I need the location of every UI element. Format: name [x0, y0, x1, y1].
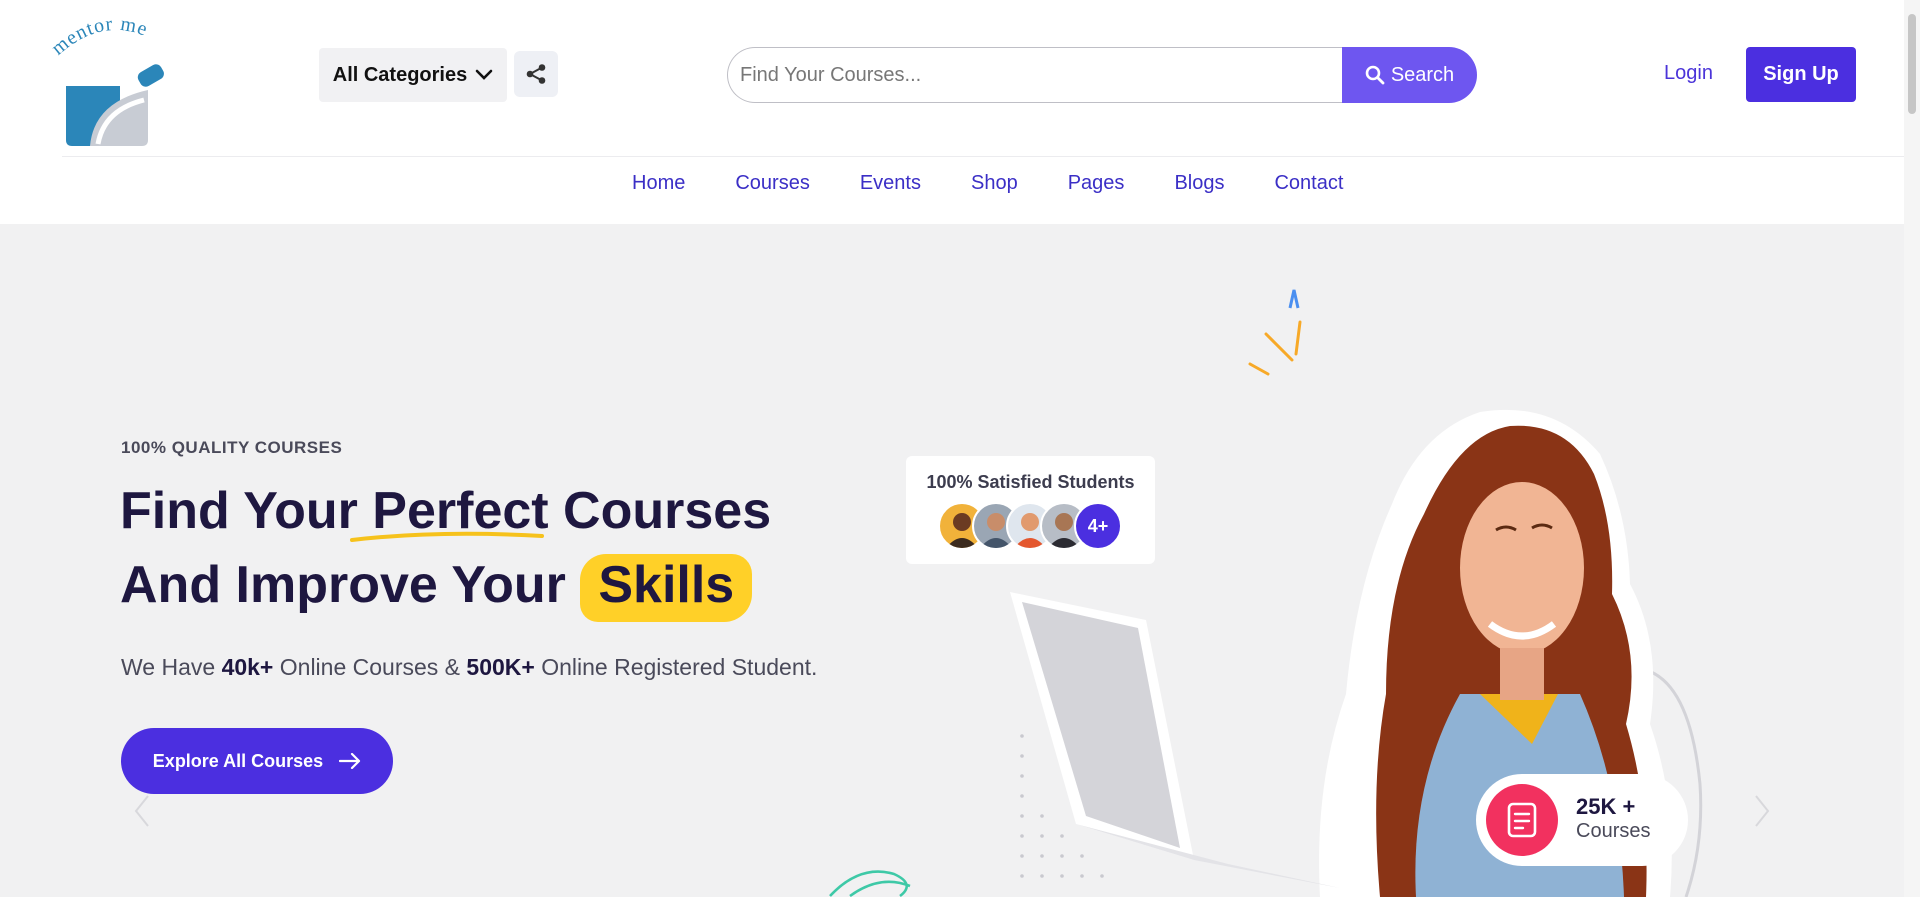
nav-item-courses[interactable]: Courses — [735, 172, 809, 195]
courses-label: Courses — [1576, 820, 1651, 842]
hero-eyebrow: 100% QUALITY COURSES — [121, 438, 343, 457]
logo-wordmark: mentor me — [50, 13, 151, 60]
hero-title-highlight-skills: Skills — [580, 548, 753, 622]
nav-item-shop[interactable]: Shop — [971, 172, 1018, 195]
nav-item-home[interactable]: Home — [632, 172, 685, 195]
arrow-right-icon — [339, 753, 361, 769]
hero-title: Find Your Perfect Courses And Improve Yo… — [120, 474, 771, 622]
svg-text:mentor me: mentor me — [50, 13, 151, 60]
main-nav: Home Courses Events Shop Pages Blogs Con… — [0, 172, 1904, 206]
search-button[interactable]: Search — [1342, 47, 1477, 103]
hero-section: 100% QUALITY COURSES Find Your Perfect C… — [0, 224, 1904, 897]
share-icon — [526, 64, 546, 84]
site-logo[interactable]: mentor me — [50, 12, 180, 146]
signup-button[interactable]: Sign Up — [1746, 47, 1856, 102]
header-divider — [62, 156, 1904, 157]
search-button-label: Search — [1390, 63, 1455, 86]
hero-title-part2: Courses — [548, 482, 772, 540]
courses-stat: 40k+ — [221, 654, 274, 680]
page-scrollbar[interactable] — [1904, 0, 1920, 897]
satisfied-students-card: 100% Satisfied Students 4+ — [906, 456, 1155, 564]
courses-count-card: 25K + Courses — [1476, 774, 1688, 866]
login-link[interactable]: Login — [1664, 62, 1713, 85]
cta-label: Explore All Courses — [152, 750, 324, 771]
hero-title-highlight-perfect: Perfect — [350, 474, 549, 548]
nav-item-contact[interactable]: Contact — [1274, 172, 1343, 195]
hero-title-line2: And Improve Your Skills — [120, 548, 771, 622]
search-input[interactable] — [727, 47, 1347, 103]
nav-item-blogs[interactable]: Blogs — [1174, 172, 1224, 195]
chevron-down-icon — [475, 69, 493, 80]
logo-mark-icon — [66, 64, 164, 146]
hero-title-part1: Find Your — [120, 482, 373, 540]
categories-label: All Categories — [332, 63, 468, 86]
site-header: mentor me All Categories — [0, 0, 1904, 224]
search-icon — [1365, 65, 1385, 85]
book-icon — [1486, 784, 1558, 856]
more-students-badge: 4+ — [1074, 502, 1122, 550]
course-search: Search — [727, 47, 1477, 103]
satisfied-students-label: 100% Satisfied Students — [926, 472, 1135, 492]
hero-subtext: We Have 40k+ Online Courses & 500K+ Onli… — [121, 654, 818, 680]
nav-item-pages[interactable]: Pages — [1068, 172, 1125, 195]
nav-item-events[interactable]: Events — [860, 172, 921, 195]
all-categories-dropdown[interactable]: All Categories — [319, 48, 507, 102]
share-button[interactable] — [514, 51, 558, 97]
chevron-left-icon[interactable] — [132, 794, 152, 828]
scrollbar-thumb[interactable] — [1908, 14, 1916, 114]
underline-decoration — [350, 531, 545, 542]
explore-courses-button[interactable]: Explore All Courses — [121, 728, 393, 794]
students-stat: 500K+ — [466, 654, 535, 680]
courses-count: 25K + — [1576, 794, 1636, 819]
